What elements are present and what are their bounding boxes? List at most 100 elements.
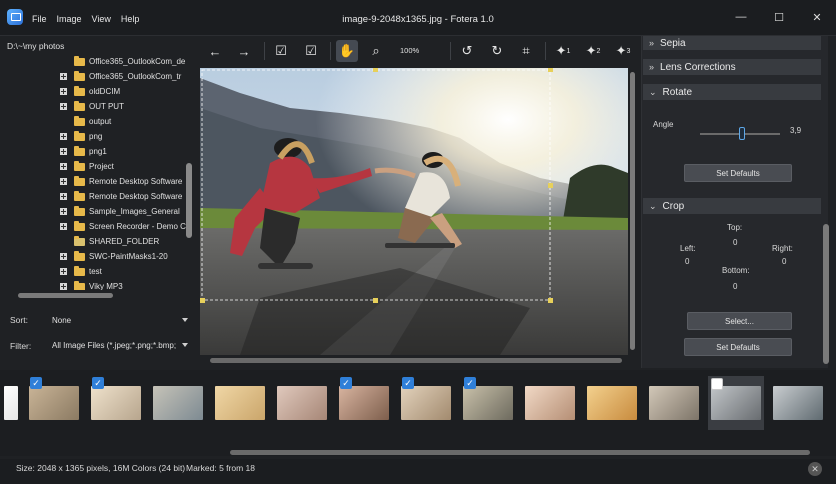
thumbnail-image[interactable]	[215, 386, 265, 420]
crop-left-value[interactable]: 0	[685, 257, 689, 266]
back-icon[interactable]: ←	[204, 40, 226, 62]
folder-label: SWC-PaintMasks1-20	[89, 252, 168, 261]
canvas-horizontal-scrollbar[interactable]	[204, 357, 628, 364]
section-crop[interactable]: ⌄ Crop	[643, 198, 821, 214]
tree-folder-item[interactable]: oldDCIM	[60, 84, 120, 99]
folder-label: output	[89, 117, 112, 126]
thumbnail-image[interactable]	[153, 386, 203, 420]
crop-set-defaults-button[interactable]: Set Defaults	[684, 338, 792, 356]
folder-icon	[74, 130, 85, 141]
menu-view[interactable]: View	[92, 14, 111, 24]
rotate-right-icon[interactable]: ↻	[486, 40, 508, 62]
tree-folder-item[interactable]: png	[60, 129, 102, 144]
mark-all-icon[interactable]: ☑	[300, 40, 322, 62]
crop-select-button[interactable]: Select...	[687, 312, 792, 330]
folder-icon	[74, 145, 85, 156]
zoom-level[interactable]: 100%	[400, 46, 419, 55]
tree-vertical-scrollbar[interactable]	[185, 55, 193, 285]
menu-file[interactable]: File	[32, 14, 47, 24]
tree-folder-item[interactable]: Screen Recorder - Demo C	[60, 219, 186, 234]
zoom-icon[interactable]: ⌕	[365, 40, 387, 62]
thumbnail-image[interactable]	[525, 386, 575, 420]
thumbnail-image[interactable]	[463, 386, 513, 420]
expand-icon[interactable]	[60, 223, 67, 230]
expand-icon[interactable]	[60, 253, 67, 260]
forward-icon[interactable]: →	[233, 40, 255, 62]
thumbnail-image[interactable]	[277, 386, 327, 420]
magic-wand-2-icon[interactable]: ✦ 2	[582, 40, 604, 62]
filmstrip-scrollbar[interactable]	[18, 449, 818, 456]
mark-icon[interactable]: ☑	[270, 40, 292, 62]
minimize-button[interactable]: —	[722, 0, 760, 34]
section-lens-corrections[interactable]: » Lens Corrections	[643, 59, 821, 75]
hand-tool-icon[interactable]: ✋	[336, 40, 358, 62]
magic-wand-1-icon[interactable]: ✦ 1	[552, 40, 574, 62]
tree-folder-item[interactable]: SWC-PaintMasks1-20	[60, 249, 168, 264]
panel-vertical-scrollbar[interactable]	[822, 36, 830, 366]
crop-right-value[interactable]: 0	[782, 257, 786, 266]
close-button[interactable]: ✕	[798, 0, 836, 34]
rotate-left-icon[interactable]: ↺	[456, 40, 478, 62]
section-sepia[interactable]: » Sepia	[643, 36, 821, 50]
thumbnail-image[interactable]	[401, 386, 451, 420]
maximize-button[interactable]: ☐	[760, 0, 798, 34]
tree-folder-item[interactable]: Remote Desktop Software	[60, 174, 182, 189]
tree-folder-item[interactable]: Sample_Images_General	[60, 204, 180, 219]
image-canvas[interactable]	[200, 68, 628, 355]
canvas-vertical-scrollbar[interactable]	[629, 68, 636, 355]
expand-icon[interactable]	[60, 148, 67, 155]
tree-folder-item[interactable]: Project	[60, 159, 114, 174]
unchecked-checkbox[interactable]	[711, 378, 723, 390]
tree-folder-item[interactable]: test	[60, 264, 102, 279]
folder-icon	[74, 160, 85, 171]
thumbnail-image[interactable]	[587, 386, 637, 420]
expand-icon[interactable]	[60, 73, 67, 80]
thumbnail-image[interactable]	[649, 386, 699, 420]
tree-folder-item[interactable]: output	[60, 114, 111, 129]
tree-folder-item[interactable]: SHARED_FOLDER	[60, 234, 159, 249]
checked-checkbox[interactable]: ✓	[402, 377, 414, 389]
expand-icon[interactable]	[60, 268, 67, 275]
expand-icon[interactable]	[60, 103, 67, 110]
crop-top-value[interactable]: 0	[733, 238, 737, 247]
expand-icon[interactable]	[60, 283, 67, 290]
crop-icon[interactable]: ⌗	[515, 40, 537, 62]
rotate-set-defaults-button[interactable]: Set Defaults	[684, 164, 792, 182]
checked-checkbox[interactable]: ✓	[464, 377, 476, 389]
expand-icon[interactable]	[60, 178, 67, 185]
checked-checkbox[interactable]: ✓	[30, 377, 42, 389]
folder-label: Project	[89, 162, 114, 171]
thumbnail-image[interactable]	[711, 386, 761, 420]
checked-checkbox[interactable]: ✓	[92, 377, 104, 389]
thumbnail-image[interactable]	[773, 386, 823, 420]
expand-icon[interactable]	[60, 193, 67, 200]
thumbnail-image[interactable]	[4, 386, 18, 420]
tree-horizontal-scrollbar[interactable]	[10, 292, 188, 299]
tree-folder-item[interactable]: png1	[60, 144, 107, 159]
chevron-down-icon: ⌄	[649, 200, 657, 211]
expand-icon[interactable]	[60, 88, 67, 95]
thumbnail-image[interactable]	[91, 386, 141, 420]
menu-image[interactable]: Image	[57, 14, 82, 24]
angle-slider-handle[interactable]	[739, 127, 745, 140]
tree-folder-item[interactable]: Office365_OutlookCom_de	[60, 54, 185, 69]
folder-icon	[74, 115, 85, 126]
section-rotate[interactable]: ⌄ Rotate	[643, 84, 821, 100]
tree-folder-item[interactable]: OUT PUT	[60, 99, 124, 114]
checked-checkbox[interactable]: ✓	[340, 377, 352, 389]
sort-select[interactable]: None	[52, 312, 188, 328]
tree-folder-item[interactable]: Viky MP3	[60, 279, 123, 290]
expand-icon[interactable]	[60, 163, 67, 170]
crop-bottom-value[interactable]: 0	[733, 282, 737, 291]
app-logo-icon[interactable]	[7, 9, 23, 25]
magic-wand-3-icon[interactable]: ✦ 3	[612, 40, 634, 62]
filter-select[interactable]: All Image Files (*.jpeg;*.png;*.bmp;	[52, 337, 188, 353]
tree-folder-item[interactable]: Remote Desktop Software	[60, 189, 182, 204]
thumbnail-image[interactable]	[339, 386, 389, 420]
clear-marks-icon[interactable]: ✕	[808, 462, 822, 476]
thumbnail-image[interactable]	[29, 386, 79, 420]
menu-help[interactable]: Help	[121, 14, 140, 24]
expand-icon[interactable]	[60, 208, 67, 215]
expand-icon[interactable]	[60, 133, 67, 140]
tree-folder-item[interactable]: Office365_OutlookCom_tr	[60, 69, 181, 84]
